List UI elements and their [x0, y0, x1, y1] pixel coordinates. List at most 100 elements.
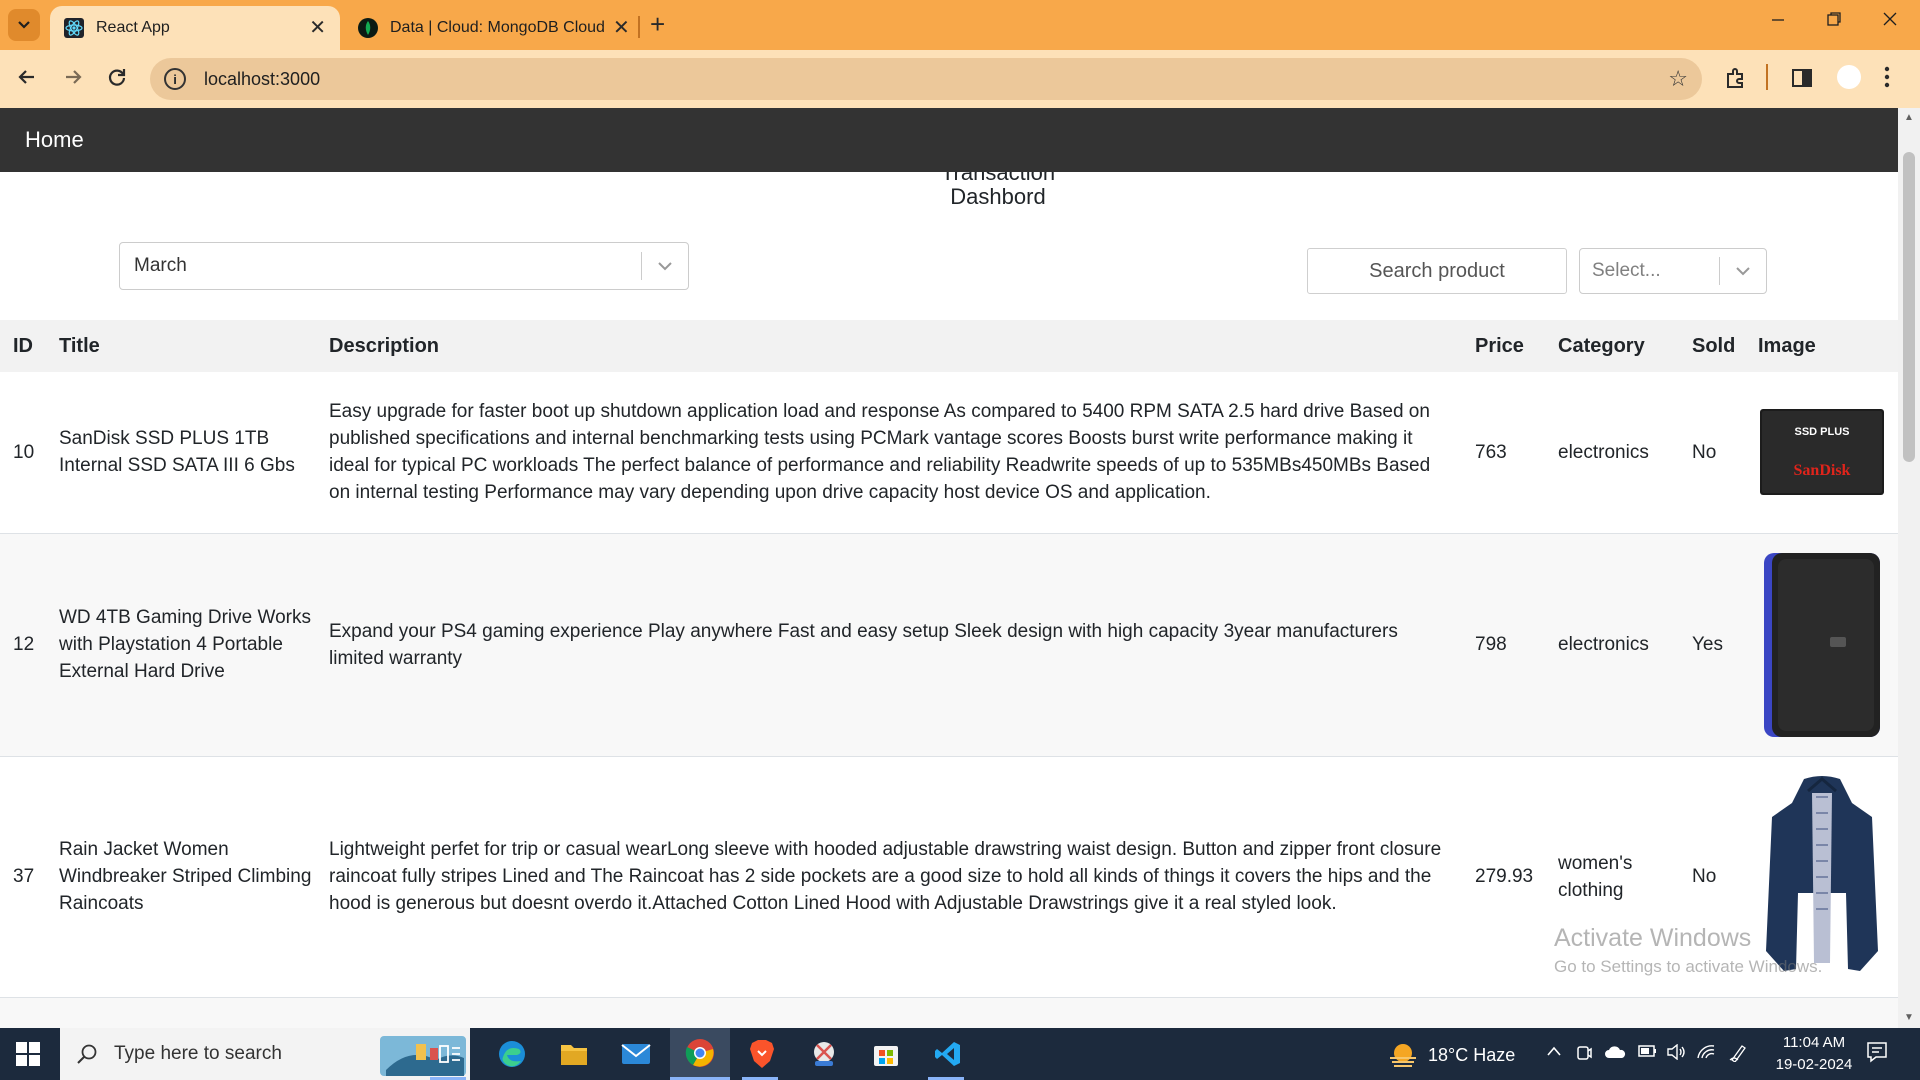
file-explorer-icon[interactable]	[556, 1036, 592, 1072]
nav-home-link[interactable]: Home	[25, 127, 84, 153]
table-row: 10 SanDisk SSD PLUS 1TB Internal SSD SAT…	[0, 372, 1898, 533]
url-text: localhost:3000	[204, 68, 321, 89]
table-row	[0, 997, 1898, 1028]
brave-browser-icon[interactable]	[744, 1036, 780, 1072]
header-category: Category	[1552, 320, 1686, 372]
volume-icon[interactable]	[1666, 1043, 1686, 1065]
cell-id: 12	[0, 533, 53, 756]
header-description: Description	[323, 320, 1469, 372]
reload-icon[interactable]	[106, 66, 128, 93]
info-icon[interactable]: i	[164, 68, 186, 90]
browser-tab-bar: React App ✕ Data | Cloud: MongoDB Cloud …	[0, 0, 1920, 50]
task-view-icon[interactable]	[432, 1036, 468, 1072]
scroll-up-icon[interactable]: ▲	[1904, 112, 1914, 123]
cell-title: Rain Jacket Women Windbreaker Striped Cl…	[59, 839, 312, 914]
weather-widget[interactable]: 18°C Haze	[1388, 1042, 1515, 1068]
vscode-icon[interactable]	[930, 1036, 966, 1072]
tab-title: React App	[96, 19, 170, 36]
react-icon	[64, 18, 84, 38]
tab-title: Data | Cloud: MongoDB Cloud	[390, 19, 605, 36]
address-bar[interactable]: i localhost:3000 ☆	[150, 58, 1702, 100]
forward-arrow-icon[interactable]	[62, 66, 84, 93]
product-image-hard-drive	[1758, 549, 1886, 741]
transactions-table: ID Title Description Price Category Sold…	[0, 320, 1898, 1028]
page-scrollbar[interactable]: ▲ ▼	[1898, 108, 1920, 1028]
watermark-title: Activate Windows	[1554, 924, 1752, 952]
tab-separator	[638, 16, 640, 38]
taskbar-search-box[interactable]: Type here to search	[60, 1028, 470, 1080]
profile-avatar[interactable]	[1836, 64, 1862, 95]
new-tab-button[interactable]: +	[650, 10, 665, 38]
back-arrow-icon[interactable]	[16, 66, 38, 93]
category-select-placeholder: Select...	[1592, 260, 1661, 281]
edge-browser-icon[interactable]	[494, 1036, 530, 1072]
cell-price: 798	[1469, 533, 1552, 756]
header-image: Image	[1752, 320, 1898, 372]
chevron-up-icon[interactable]	[1546, 1044, 1562, 1062]
tab-react-app[interactable]: React App ✕	[50, 6, 340, 50]
mongodb-leaf-icon	[358, 18, 378, 38]
watermark-subtitle: Go to Settings to activate Windows.	[1554, 957, 1823, 976]
tab-mongodb-cloud[interactable]: Data | Cloud: MongoDB Cloud ✕	[344, 6, 634, 50]
close-icon[interactable]: ✕	[613, 18, 630, 38]
chevron-down-icon	[18, 21, 30, 29]
meet-now-icon[interactable]	[1576, 1044, 1592, 1067]
top-navbar: Home	[0, 108, 1898, 172]
cell-sold: Yes	[1686, 533, 1752, 756]
taskbar-clock[interactable]: 11:04 AM 19-02-2024	[1764, 1032, 1864, 1076]
scroll-thumb[interactable]	[1903, 152, 1915, 462]
sandisk-brand: SanDisk	[1794, 462, 1851, 479]
pen-icon[interactable]	[1728, 1044, 1748, 1067]
side-panel-icon[interactable]	[1790, 66, 1814, 95]
taskbar-search-placeholder: Type here to search	[114, 1043, 282, 1064]
cell-price: 763	[1475, 441, 1507, 463]
header-sold: Sold	[1686, 320, 1752, 372]
chrome-taskbar-icon[interactable]	[670, 1028, 730, 1080]
cell-description: Expand your PS4 gaming experience Play a…	[323, 533, 1469, 756]
search-product-input[interactable]	[1307, 248, 1567, 294]
cell-image: SSD PLUS SanDisk	[1752, 372, 1898, 533]
close-icon[interactable]: ✕	[309, 18, 326, 38]
toolbar-separator	[1766, 64, 1768, 90]
minimize-icon[interactable]	[1770, 11, 1786, 32]
bookmark-star-icon[interactable]: ☆	[1668, 66, 1688, 92]
notification-icon[interactable]	[1866, 1041, 1888, 1068]
category-select[interactable]: Select...	[1579, 248, 1767, 294]
page-title: Dashbord	[950, 184, 1046, 209]
close-window-icon[interactable]	[1882, 11, 1898, 32]
header-title: Title	[53, 320, 323, 372]
chevron-down-icon[interactable]	[642, 261, 688, 271]
mail-icon[interactable]	[618, 1036, 654, 1072]
chevron-down-icon[interactable]	[1720, 266, 1766, 276]
scroll-down-icon[interactable]: ▼	[1904, 1012, 1914, 1023]
header-id: ID	[0, 320, 53, 372]
clock-time: 11:04 AM	[1782, 1034, 1846, 1051]
tab-search-button[interactable]	[8, 9, 40, 41]
onedrive-icon[interactable]	[1604, 1044, 1626, 1065]
header-price: Price	[1469, 320, 1552, 372]
browser-toolbar: i localhost:3000 ☆	[0, 50, 1920, 108]
activate-windows-watermark: Activate Windows Go to Settings to activ…	[1554, 924, 1822, 977]
cell-title: SanDisk SSD PLUS 1TB Internal SSD SATA I…	[59, 428, 295, 477]
cell-sold: No	[1692, 441, 1717, 463]
sun-haze-icon	[1388, 1042, 1418, 1068]
wifi-icon[interactable]	[1696, 1044, 1716, 1065]
windows-start-icon[interactable]	[16, 1042, 40, 1071]
battery-icon[interactable]	[1638, 1044, 1658, 1063]
table-header-row: ID Title Description Price Category Sold…	[0, 320, 1898, 372]
month-select[interactable]: March	[119, 242, 689, 290]
search-icon	[76, 1043, 98, 1065]
month-select-value: March	[134, 255, 187, 276]
restore-icon[interactable]	[1826, 11, 1842, 32]
product-image-ssd: SSD PLUS SanDisk	[1758, 409, 1886, 496]
page-content: Transaction Dashbord March Select... ID …	[0, 172, 1898, 1028]
snipping-tool-icon[interactable]	[806, 1036, 842, 1072]
extensions-icon[interactable]	[1724, 66, 1748, 95]
microsoft-store-icon[interactable]	[868, 1036, 904, 1072]
cell-image	[1752, 533, 1898, 756]
cell-id: 37	[13, 866, 35, 887]
clock-date: 19-02-2024	[1775, 1056, 1853, 1073]
menu-kebab-icon[interactable]	[1884, 66, 1890, 93]
windows-taskbar: Type here to search 18°C Haze 11:04 AM 1…	[0, 1028, 1920, 1080]
cell-description: Lightweight perfet for trip or casual we…	[329, 839, 1442, 914]
